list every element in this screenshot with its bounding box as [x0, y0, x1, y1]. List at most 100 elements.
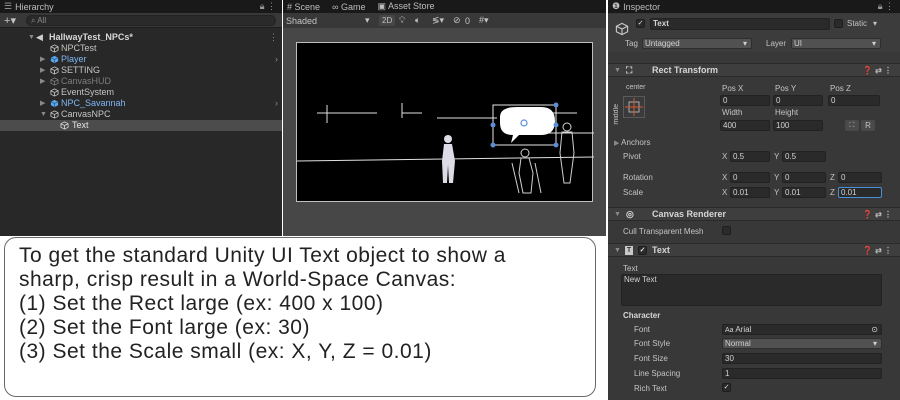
expand-arrow-icon[interactable]: ▼ [28, 32, 35, 43]
tab-game-label: Game [341, 1, 366, 12]
rotation-label: Rotation [623, 173, 653, 182]
scene-render [296, 102, 595, 194]
rich-text-label: Rich Text [634, 384, 667, 393]
component-menu-icons[interactable]: ❓ ⇄ ⋮ [863, 64, 892, 77]
text-area[interactable]: New Text [621, 274, 882, 306]
shading-mode-dropdown[interactable]: Shaded [286, 16, 317, 26]
scene-viewport[interactable] [283, 28, 606, 236]
raw-edit-button[interactable]: R [861, 120, 875, 131]
search-icon: ⌕ [30, 15, 36, 25]
static-dropdown-icon[interactable]: ▾ [873, 19, 877, 28]
expand-arrow-icon[interactable]: ▼ [40, 109, 47, 120]
font-value: Arial [735, 325, 752, 334]
rot-x-label: X [722, 173, 728, 182]
rot-x-field[interactable]: 0 [730, 172, 770, 183]
scale-z-label: Z [830, 188, 835, 197]
tab-scene[interactable]: # Scene [287, 2, 320, 12]
lighting-toggle-icon[interactable]: 💡︎ [399, 15, 405, 26]
chevron-right-icon[interactable]: › [275, 54, 278, 65]
font-size-value: 30 [725, 354, 734, 363]
font-style-label: Font Style [634, 339, 671, 348]
list-icon: ☰ [4, 1, 13, 11]
scene-root-row[interactable]: ▼ ◀︎ HallwayTest_NPCs* ⋮ [0, 32, 282, 43]
width-field[interactable]: 400 [720, 120, 770, 131]
text-enabled-checkbox[interactable]: ✓ [638, 246, 647, 255]
hierarchy-item-text[interactable]: Text [0, 120, 282, 131]
pos-x-field[interactable]: 0 [720, 95, 770, 106]
collapse-arrow-icon[interactable]: ▼ [614, 64, 621, 77]
anchors-foldout[interactable]: ▶ Anchors [614, 138, 651, 147]
tab-game[interactable]: ∞ Game [332, 2, 365, 12]
rot-y-field[interactable]: 0 [782, 172, 826, 183]
layer-dropdown[interactable]: UI ▾ [791, 38, 881, 49]
lock-icon[interactable]: 🔒︎ ⋮ [878, 1, 894, 12]
height-field[interactable]: 100 [773, 120, 823, 131]
audio-toggle-icon[interactable]: 🔈︎ [415, 15, 420, 26]
cull-checkbox[interactable] [722, 226, 731, 235]
rot-z-field[interactable]: 0 [838, 172, 882, 183]
pos-z-field[interactable]: 0 [828, 95, 880, 106]
font-field[interactable]: Aa Arial ⊙ [722, 324, 882, 335]
effects-toggle-icon[interactable]: ≶▾ [432, 15, 444, 26]
add-button[interactable]: +▾ [4, 14, 16, 27]
pivot-y-label: Y [774, 152, 780, 161]
text-area-value: New Text [624, 275, 657, 284]
expand-arrow-icon[interactable]: ▶ [40, 65, 45, 76]
line-spacing-value: 1 [725, 369, 730, 378]
tag-dropdown[interactable]: Untagged ▾ [642, 38, 752, 49]
inspector-tab[interactable]: ❶ Inspector 🔒︎ ⋮ [608, 0, 900, 13]
line-spacing-field[interactable]: 1 [722, 368, 882, 379]
hierarchy-item-player[interactable]: ▶ Player › [0, 54, 282, 65]
canvas-renderer-header[interactable]: ▼ ◎ Canvas Renderer ❓ ⇄ ⋮ [608, 207, 900, 221]
font-style-dropdown[interactable]: Normal ▾ [722, 338, 882, 349]
hierarchy-item-setting[interactable]: ▶ SETTING [0, 65, 282, 76]
scene-menu-icon[interactable]: ⋮ [269, 32, 278, 43]
height-value: 100 [776, 121, 790, 130]
font-size-field[interactable]: 30 [722, 353, 882, 364]
scale-z-value: 0.01 [841, 188, 857, 197]
toggle-2d-button[interactable]: 2D [379, 15, 396, 26]
hierarchy-tab[interactable]: ☰ Hierarchy 🔒︎ ⋮ [0, 0, 282, 13]
scale-z-field[interactable]: 0.01 [838, 187, 882, 198]
grid-icon[interactable]: #▾ [479, 15, 489, 26]
component-title: Text [652, 245, 670, 255]
text-label: Text [623, 264, 638, 273]
anchor-preset-button[interactable] [623, 96, 645, 118]
hierarchy-item-npctest[interactable]: NPCTest [0, 43, 282, 54]
tab-asset-store[interactable]: ▣ Asset Store [378, 1, 435, 12]
scale-y-label: Y [774, 188, 780, 197]
hierarchy-item-npc-savannah[interactable]: ▶ NPC_Savannah › [0, 98, 282, 109]
hierarchy-item-canvasnpc[interactable]: ▼ CanvasNPC [0, 109, 282, 120]
game-view-rect [296, 42, 595, 202]
text-component-header[interactable]: ▼ T ✓ Text ❓ ⇄ ⋮ [608, 243, 900, 257]
active-checkbox[interactable]: ✓ [636, 19, 645, 28]
pos-y-field[interactable]: 0 [773, 95, 823, 106]
shading-chevron-icon[interactable]: ▾ [365, 15, 370, 26]
pivot-y-field[interactable]: 0.5 [782, 151, 826, 162]
object-name-field[interactable]: Text [650, 18, 830, 30]
expand-arrow-icon[interactable]: ▶ [40, 98, 45, 109]
expand-arrow-icon[interactable]: ▶ [40, 76, 45, 87]
component-menu-icons[interactable]: ❓ ⇄ ⋮ [863, 208, 892, 221]
blueprint-mode-button[interactable]: ⛶ [845, 120, 859, 131]
component-menu-icons[interactable]: ❓ ⇄ ⋮ [863, 244, 892, 257]
scale-y-field[interactable]: 0.01 [782, 187, 826, 198]
rect-transform-header[interactable]: ▼ ⛶ Rect Transform ❓ ⇄ ⋮ [608, 63, 900, 77]
static-checkbox[interactable] [834, 19, 843, 28]
hierarchy-item-canvashud[interactable]: ▶ CanvasHUD [0, 76, 282, 87]
rich-text-checkbox[interactable]: ✓ [722, 383, 731, 392]
hierarchy-item-label: SETTING [61, 65, 101, 75]
hierarchy-item-eventsystem[interactable]: EventSystem [0, 87, 282, 98]
expand-arrow-icon[interactable]: ▶ [40, 54, 45, 65]
collapse-arrow-icon[interactable]: ▼ [614, 208, 621, 221]
object-picker-icon[interactable]: ⊙ [871, 325, 878, 335]
gameobject-icon [50, 110, 59, 119]
width-label: Width [722, 108, 743, 117]
lock-icon[interactable]: 🔒︎ ⋮ [260, 1, 276, 12]
hierarchy-search-input[interactable]: ⌕ All [25, 14, 276, 26]
pivot-x-field[interactable]: 0.5 [730, 151, 770, 162]
scale-x-field[interactable]: 0.01 [730, 187, 770, 198]
collapse-arrow-icon[interactable]: ▼ [614, 244, 621, 257]
chevron-right-icon[interactable]: › [275, 98, 278, 109]
hidden-objects-icon[interactable]: ⊘ [453, 15, 461, 26]
